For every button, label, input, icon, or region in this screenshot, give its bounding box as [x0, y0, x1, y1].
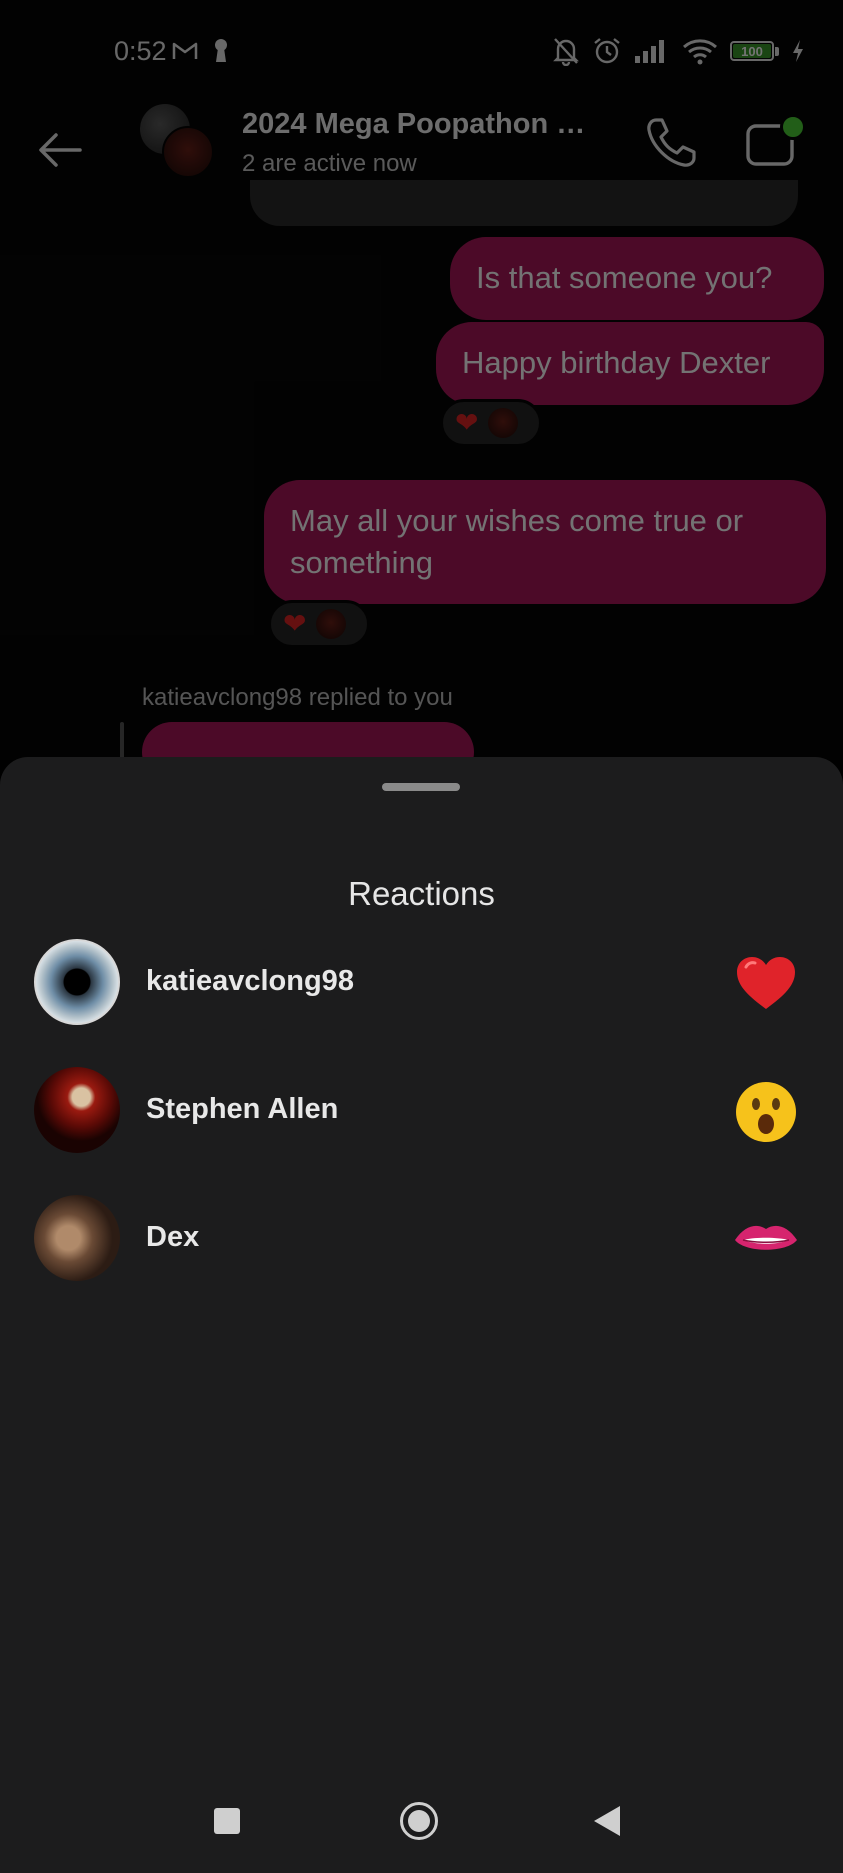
mute-bell-icon	[553, 38, 579, 66]
message-bubble-partial[interactable]	[250, 180, 798, 226]
red-heart-icon	[737, 957, 795, 1009]
signal-icon	[635, 40, 664, 63]
gmail-icon	[172, 42, 198, 59]
group-avatar[interactable]	[140, 104, 214, 178]
drag-handle[interactable]	[382, 783, 460, 791]
phone-call-icon[interactable]	[642, 114, 700, 172]
avatar	[34, 1067, 120, 1153]
back-button[interactable]	[594, 1806, 620, 1836]
avatar	[316, 609, 347, 639]
back-arrow-icon[interactable]	[34, 124, 86, 176]
message-bubble[interactable]: Is that someone you?	[450, 237, 824, 320]
home-button-inner	[408, 1810, 430, 1832]
wifi-icon	[683, 39, 717, 65]
keyhole-icon	[215, 39, 227, 62]
chat-title[interactable]: 2024 Mega Poopathon …	[242, 108, 585, 141]
reaction-user-name: Stephen Allen	[146, 1093, 339, 1125]
reaction-user-name: Dex	[146, 1221, 200, 1253]
battery-icon: 100	[730, 41, 779, 61]
message-reactions[interactable]: ❤	[268, 600, 370, 648]
reply-label: katieavclong98 replied to you	[142, 684, 453, 711]
charging-icon	[793, 40, 803, 62]
heart-icon: ❤	[455, 407, 479, 438]
reply-bar	[120, 722, 124, 762]
avatar	[488, 408, 519, 438]
chat-subtitle: 2 are active now	[242, 150, 417, 177]
heart-icon: ❤	[283, 608, 307, 639]
recents-button[interactable]	[214, 1808, 240, 1834]
avatar	[34, 1195, 120, 1281]
active-dot	[780, 114, 806, 140]
biting-lip-icon	[735, 1225, 797, 1250]
reactions-sheet: Reactions katieavclong98 Stephen Allen D…	[0, 757, 843, 1873]
reaction-row[interactable]: Dex	[0, 1195, 843, 1295]
navigation-bar	[0, 1770, 843, 1873]
status-time: 0:52	[114, 36, 167, 66]
sheet-title: Reactions	[348, 875, 495, 912]
alarm-icon	[594, 38, 620, 64]
astonished-face-icon	[736, 1082, 796, 1142]
battery-level: 100	[733, 44, 771, 59]
reaction-row[interactable]: Stephen Allen	[0, 1067, 843, 1167]
reaction-row[interactable]: katieavclong98	[0, 939, 843, 1039]
avatar	[34, 939, 120, 1025]
message-bubble[interactable]: Happy birthday Dexter	[436, 322, 824, 405]
message-bubble[interactable]: May all your wishes come true or somethi…	[264, 480, 826, 604]
message-reactions[interactable]: ❤	[440, 399, 542, 447]
status-bar: 0:52 100	[0, 0, 843, 104]
reaction-user-name: katieavclong98	[146, 965, 354, 997]
chat-background: 0:52 100 2024 Mega Poopathon … 2 are act…	[0, 0, 843, 782]
